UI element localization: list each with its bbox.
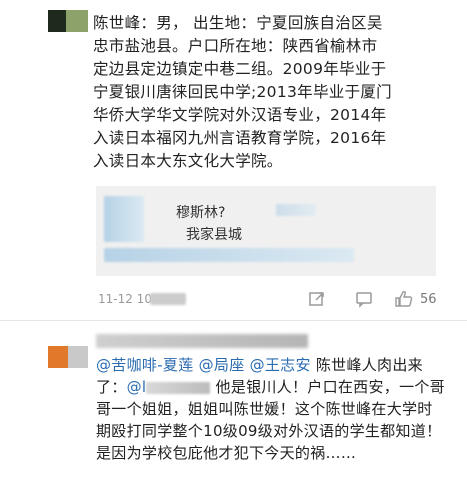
timestamp: 11-12 10 xyxy=(98,292,152,306)
blurred-text xyxy=(276,204,316,216)
like-count: 56 xyxy=(420,292,437,307)
post-line: 定边县定边镇定中巷二组。2009年毕业于 xyxy=(93,60,387,78)
thumbs-up-icon[interactable] xyxy=(394,290,414,312)
post-body: 陈世峰：男， 出生地：宁夏回族自治区吴 忠市盐池县。户口所在地：陕西省榆林市 定… xyxy=(93,12,445,173)
share-icon[interactable] xyxy=(308,290,326,312)
blurred-text xyxy=(150,293,186,305)
mention-link[interactable]: @苦咖啡-夏莲 xyxy=(96,356,194,374)
comment-body: @苦咖啡-夏莲 @局座 @王志安 陈世峰人肉出来了：@l 他是银川人！户口在西安… xyxy=(96,356,445,462)
avatar[interactable] xyxy=(48,346,88,368)
mention-link[interactable]: @l xyxy=(127,378,147,396)
avatar[interactable] xyxy=(48,10,88,32)
blurred-text xyxy=(104,248,354,262)
quote-text: 穆斯林? xyxy=(176,205,226,221)
comment-icon[interactable] xyxy=(355,290,373,312)
post-line: 忠市盐池县。户口所在地：陕西省榆林市 xyxy=(93,37,378,55)
blurred-avatar xyxy=(104,196,144,242)
divider xyxy=(0,320,467,321)
post-line: 入读日本大东文化大学院。 xyxy=(93,152,283,170)
username[interactable] xyxy=(96,334,308,348)
post-line: 宁夏银川唐徕回民中学;2013年毕业于厦门 xyxy=(93,83,392,101)
comment-text: …… xyxy=(325,444,357,462)
mention-link[interactable]: @局座 xyxy=(199,356,245,374)
mention-link[interactable]: @王志安 xyxy=(250,356,311,374)
quote-text: 我家县城 xyxy=(186,227,242,243)
quoted-comment[interactable]: 穆斯林? 我家县城 xyxy=(96,186,436,276)
post-line: 陈世峰：男， 出生地：宁夏回族自治区吴 xyxy=(93,14,383,32)
blurred-text xyxy=(146,381,211,394)
post-line: 华侨大学华文学院对外汉语专业，2014年 xyxy=(93,106,387,124)
post-line: 入读日本福冈九州言语教育学院，2016年 xyxy=(93,129,387,147)
